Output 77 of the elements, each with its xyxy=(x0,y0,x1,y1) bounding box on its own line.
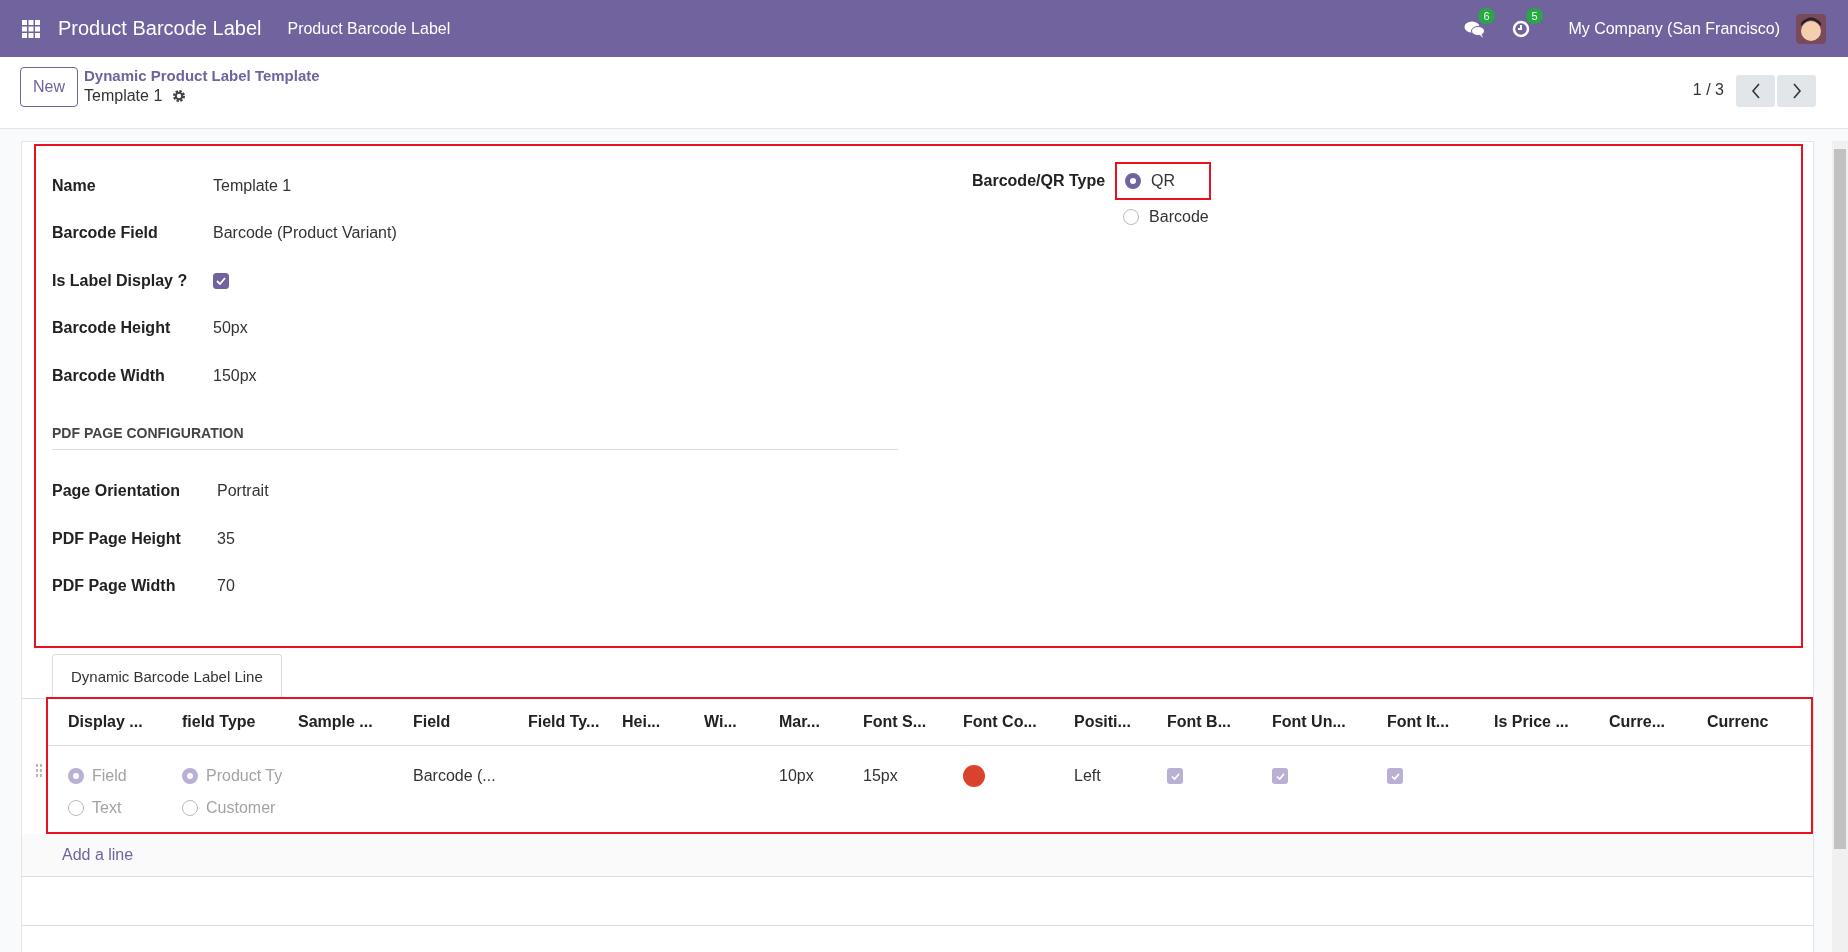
option-label[interactable]: Barcode xyxy=(1149,208,1209,226)
field-value[interactable]: 70 xyxy=(217,577,235,596)
count-badge: 6 xyxy=(1478,7,1495,24)
column-header[interactable]: Font It... xyxy=(1387,713,1494,731)
field-label: Barcode/QR Type xyxy=(972,172,1106,190)
app-name[interactable]: Product Barcode Label xyxy=(58,17,262,40)
column-header[interactable]: Font B... xyxy=(1167,713,1272,731)
scrollbar[interactable] xyxy=(1832,141,1848,952)
company-name[interactable]: My Company (San Francisco) xyxy=(1568,19,1780,38)
checkbox[interactable] xyxy=(1167,768,1183,784)
field-value[interactable]: 150px xyxy=(213,366,257,385)
column-header[interactable]: Positi... xyxy=(1074,713,1167,731)
menu-item[interactable]: Product Barcode Label xyxy=(287,19,451,38)
add-line-link[interactable]: Add a line xyxy=(62,846,134,864)
tab[interactable]: Dynamic Barcode Label Line xyxy=(52,654,282,699)
checkbox[interactable] xyxy=(1272,768,1288,784)
radio-button[interactable] xyxy=(182,800,198,816)
table-cell: Left xyxy=(1074,767,1101,784)
chevron-right-icon xyxy=(1791,83,1802,99)
chat-icon[interactable] xyxy=(1464,19,1487,38)
chevron-left-icon xyxy=(1750,83,1761,99)
checkbox[interactable] xyxy=(1387,768,1403,784)
check-icon xyxy=(1390,772,1400,780)
count-badge: 5 xyxy=(1526,7,1543,24)
column-header[interactable]: Mar... xyxy=(779,713,863,731)
radio-button[interactable] xyxy=(68,768,84,784)
column-header[interactable]: Field xyxy=(413,713,528,731)
check-icon xyxy=(1170,772,1180,780)
field-label: Is Label Display ? xyxy=(52,271,189,290)
field-value[interactable]: 35 xyxy=(217,529,235,548)
column-header[interactable]: Is Price ... xyxy=(1494,713,1609,731)
table-cell: 15px xyxy=(863,767,898,784)
breadcrumb-link[interactable]: Dynamic Product Label Template xyxy=(84,67,320,84)
apps-menu-icon[interactable] xyxy=(22,19,40,38)
section-title: PDF PAGE CONFIGURATION xyxy=(52,424,898,450)
column-header[interactable]: Sample ... xyxy=(298,713,413,731)
previous-button[interactable] xyxy=(1736,75,1775,107)
field-label: PDF Page Height xyxy=(52,529,182,548)
field-label: PDF Page Width xyxy=(52,577,177,596)
column-header[interactable]: Font Un... xyxy=(1272,713,1387,731)
field-label: Page Orientation xyxy=(52,482,182,501)
column-header[interactable]: Font Co... xyxy=(963,713,1074,731)
field-label: Barcode Width xyxy=(52,366,166,385)
field-label: Barcode Height xyxy=(52,319,172,338)
field-label: Name xyxy=(52,176,97,195)
field-value[interactable]: Portrait xyxy=(217,482,269,501)
color-dot[interactable] xyxy=(963,765,985,787)
record-title: Template 1 xyxy=(84,87,163,105)
table-cell: Barcode (... xyxy=(413,767,496,784)
pager-value: 1 / 3 xyxy=(1692,81,1724,99)
column-header[interactable]: Display ... xyxy=(68,713,182,731)
field-value[interactable]: Barcode (Product Variant) xyxy=(213,224,397,243)
radio-button[interactable] xyxy=(1125,173,1142,189)
column-header[interactable]: Wi... xyxy=(704,713,779,731)
field-value[interactable]: 50px xyxy=(213,319,248,338)
gear-icon[interactable] xyxy=(172,89,187,103)
column-header[interactable]: field Type xyxy=(182,713,298,731)
check-icon xyxy=(216,276,226,285)
checkbox[interactable] xyxy=(213,272,229,289)
drag-handle-icon[interactable] xyxy=(36,764,42,778)
radio-button[interactable] xyxy=(1123,209,1140,225)
field-value[interactable]: Template 1 xyxy=(213,176,292,195)
table-cell: 10px xyxy=(779,767,814,784)
column-header[interactable]: Hei... xyxy=(622,713,704,731)
next-button[interactable] xyxy=(1777,75,1816,107)
option-label[interactable]: QR xyxy=(1151,172,1176,190)
new-button[interactable]: New xyxy=(20,67,78,107)
check-icon xyxy=(1275,772,1285,780)
avatar-icon[interactable] xyxy=(1796,13,1826,44)
column-header[interactable]: Currenc xyxy=(1707,713,1807,731)
column-header[interactable]: Font S... xyxy=(863,713,963,731)
radio-button[interactable] xyxy=(68,800,84,816)
column-header[interactable]: Curre... xyxy=(1609,713,1707,731)
column-header[interactable]: Field Ty... xyxy=(528,713,622,731)
clock-icon[interactable] xyxy=(1512,19,1531,38)
radio-button[interactable] xyxy=(182,768,198,784)
field-label: Barcode Field xyxy=(52,224,159,243)
